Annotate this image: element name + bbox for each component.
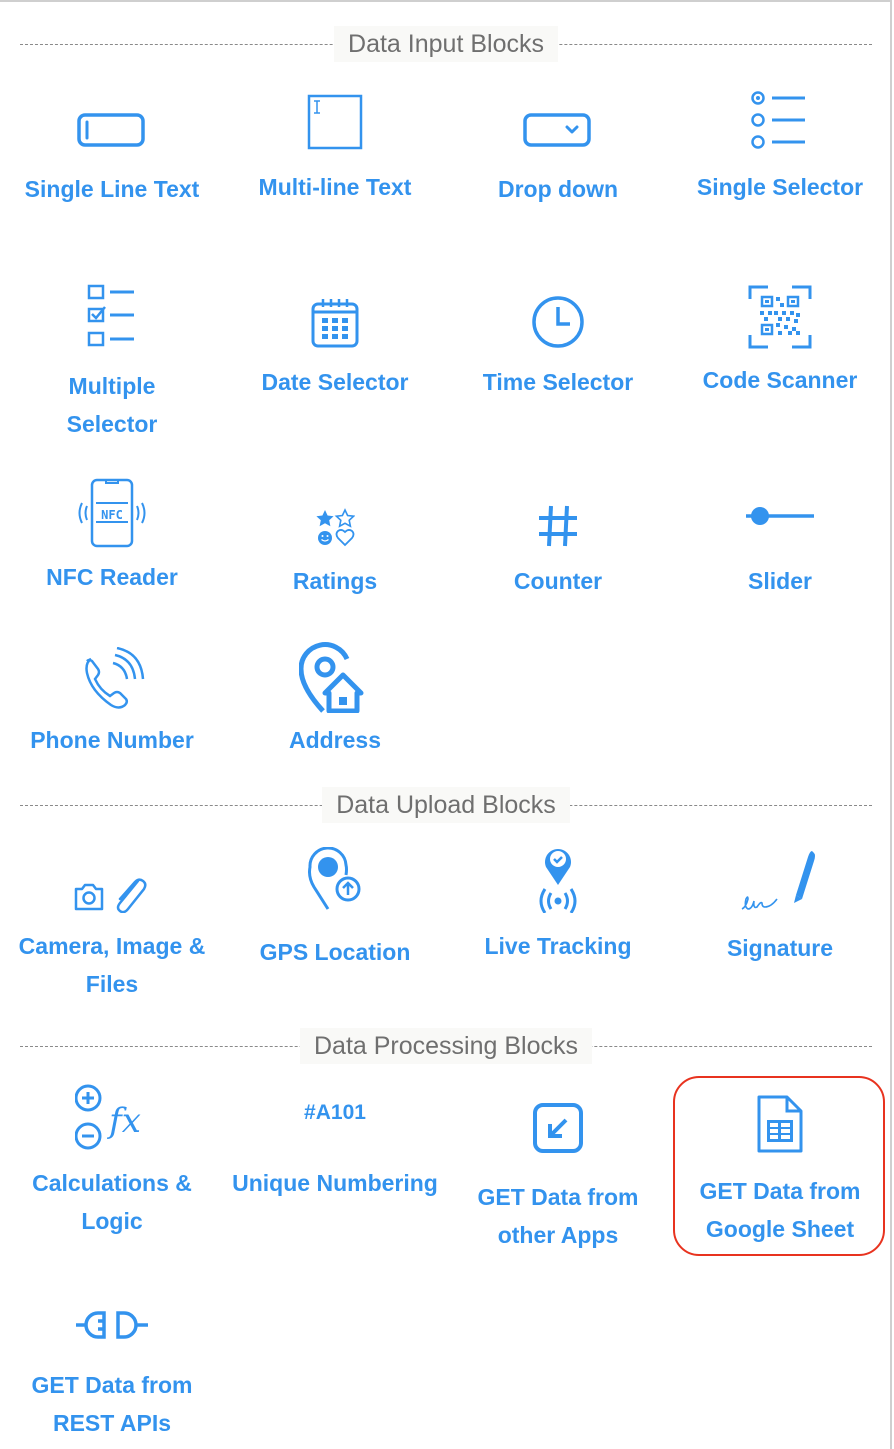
section-title: Data Upload Blocks	[322, 787, 570, 823]
block-camera-image-files[interactable]: Camera, Image & Files	[2, 845, 222, 1003]
address-pin-home-icon	[299, 642, 371, 713]
block-code-scanner[interactable]: Code Scanner	[670, 281, 890, 399]
section-title: Data Input Blocks	[334, 26, 558, 62]
block-label: NFC Reader	[46, 564, 178, 590]
block-label: Ratings	[292, 568, 378, 594]
block-label: GPS Location	[259, 939, 411, 965]
svg-text:fx: fx	[106, 1101, 141, 1141]
block-ratings[interactable]: Ratings	[225, 480, 445, 600]
block-single-selector[interactable]: Single Selector	[670, 82, 890, 206]
unique-id-text: #A101	[304, 1101, 366, 1124]
block-label: Phone Number	[30, 727, 194, 753]
nfc-phone-icon: NFC	[76, 478, 148, 548]
live-tracking-icon	[536, 845, 580, 913]
block-multi-line-text[interactable]: Multi-line Text	[225, 82, 445, 206]
block-label: Single Line Text	[24, 176, 200, 202]
block-label: Code Scanner	[702, 367, 858, 393]
qr-code-icon	[748, 281, 812, 349]
block-label: Signature	[726, 935, 834, 961]
block-label: Multiple Selector	[66, 373, 158, 437]
dropdown-icon	[523, 82, 593, 150]
gps-upload-icon	[308, 845, 362, 913]
block-nfc-reader[interactable]: NFC NFC Reader	[2, 478, 222, 596]
block-label: Unique Numbering	[232, 1170, 438, 1196]
block-time-selector[interactable]: Time Selector	[448, 281, 668, 401]
radio-list-icon	[750, 82, 810, 150]
plug-connector-icon	[76, 1306, 148, 1340]
single-line-text-icon	[77, 82, 147, 150]
block-label: Multi-line Text	[258, 174, 412, 200]
block-get-data-rest-apis[interactable]: GET Data from REST APIs	[2, 1306, 222, 1442]
block-get-data-other-apps[interactable]: GET Data from other Apps	[448, 1086, 668, 1254]
block-drop-down[interactable]: Drop down	[448, 82, 668, 208]
hash-icon	[537, 480, 579, 548]
spreadsheet-icon	[756, 1086, 804, 1154]
block-label: Single Selector	[696, 174, 864, 200]
block-counter[interactable]: Counter	[448, 480, 668, 600]
clock-icon	[531, 281, 585, 349]
section-header-data-processing: Data Processing Blocks	[20, 1028, 872, 1064]
svg-text:NFC: NFC	[101, 508, 123, 522]
block-label: Time Selector	[482, 369, 634, 395]
camera-attachment-icon	[74, 845, 150, 913]
block-calculations-logic[interactable]: fx Calculations & Logic	[2, 1084, 222, 1240]
block-label: Drop down	[497, 176, 619, 202]
block-label: Slider	[748, 568, 812, 594]
block-label: Counter	[513, 568, 603, 594]
signature-pen-icon	[740, 845, 820, 913]
block-label: GET Data from other Apps	[477, 1184, 639, 1248]
block-date-selector[interactable]: Date Selector	[225, 281, 445, 401]
multi-line-text-icon	[307, 82, 363, 150]
block-label: Date Selector	[261, 369, 409, 395]
calculation-fx-icon: fx	[75, 1084, 149, 1154]
calendar-icon	[310, 281, 360, 349]
block-slider[interactable]: Slider	[670, 480, 890, 600]
section-title: Data Processing Blocks	[299, 1028, 592, 1064]
ratings-icon	[315, 480, 355, 548]
section-header-data-upload: Data Upload Blocks	[20, 787, 872, 823]
block-single-line-text[interactable]: Single Line Text	[2, 82, 222, 208]
block-signature[interactable]: Signature	[670, 845, 890, 967]
block-gps-location[interactable]: GPS Location	[225, 845, 445, 971]
block-label: Calculations & Logic	[32, 1170, 192, 1234]
block-label: Live Tracking	[484, 933, 632, 959]
block-unique-numbering[interactable]: #A101 Unique Numbering	[225, 1086, 445, 1202]
slider-icon	[744, 480, 816, 548]
section-header-data-input: Data Input Blocks	[20, 26, 872, 62]
block-live-tracking[interactable]: Live Tracking	[448, 845, 668, 965]
import-arrow-icon	[532, 1086, 584, 1154]
block-label: Address	[288, 727, 382, 753]
unique-id-icon: #A101	[304, 1086, 366, 1140]
block-get-data-google-sheet[interactable]: GET Data from Google Sheet	[670, 1086, 890, 1248]
block-phone-number[interactable]: Phone Number	[2, 645, 222, 759]
block-label: GET Data from REST APIs	[31, 1372, 193, 1436]
block-label: GET Data from Google Sheet	[699, 1178, 861, 1242]
block-address[interactable]: Address	[225, 642, 445, 759]
block-label: Camera, Image & Files	[18, 933, 206, 997]
phone-icon	[79, 645, 145, 713]
checkbox-list-icon	[86, 281, 138, 349]
block-multiple-selector[interactable]: Multiple Selector	[2, 281, 222, 443]
